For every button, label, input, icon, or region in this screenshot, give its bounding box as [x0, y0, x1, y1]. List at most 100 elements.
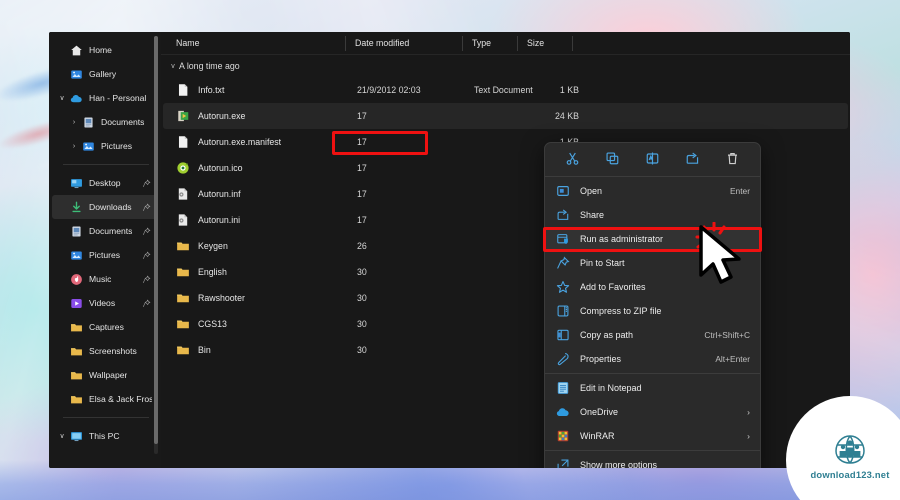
pin-icon[interactable] [142, 227, 151, 236]
context-menu-item-open[interactable]: Open Enter [545, 179, 760, 203]
context-menu-item-shortcut: Ctrl+Shift+C [704, 330, 750, 340]
globe-people-icon [835, 435, 865, 464]
context-menu-item-label: Pin to Start [580, 258, 625, 268]
context-menu-item-share[interactable]: Share [545, 203, 760, 227]
sidebar-item-pictures[interactable]: Pictures [52, 243, 158, 267]
sidebar-item-label: Pictures [101, 141, 133, 151]
sidebar-item-downloads[interactable]: Downloads [52, 195, 158, 219]
column-header-type[interactable]: Type [463, 32, 518, 55]
sidebar-item-label: This PC [89, 431, 120, 441]
context-menu-item-edit-in-notepad[interactable]: Edit in Notepad [545, 376, 760, 400]
sidebar-item-videos[interactable]: Videos [52, 291, 158, 315]
sidebar-item-label: Home [89, 45, 112, 55]
star-icon [556, 280, 570, 294]
folder-icon [176, 265, 190, 279]
context-menu-item-pin-to-start[interactable]: Pin to Start [545, 251, 760, 275]
file-date-cell: 30 [357, 319, 367, 329]
sidebar-item-gallery[interactable]: Gallery [52, 62, 158, 86]
sidebar-item-captures[interactable]: Captures [52, 315, 158, 339]
rename-icon[interactable] [639, 147, 665, 171]
chevron-right-icon[interactable]: › [70, 118, 78, 126]
chevron-right-icon[interactable]: › [747, 431, 750, 441]
share-icon[interactable] [679, 147, 705, 171]
context-menu-item-show-more-options[interactable]: Show more options [545, 453, 760, 468]
sidebar-item-pictures[interactable]: › Pictures [52, 134, 158, 158]
context-menu-item-add-to-favorites[interactable]: Add to Favorites [545, 275, 760, 299]
folder-icon [176, 317, 190, 331]
file-name-cell[interactable]: Autorun.exe.manifest [163, 135, 348, 149]
sidebar-item-label: Gallery [89, 69, 117, 79]
file-name-cell[interactable]: Rawshooter [163, 291, 348, 305]
folder-icon [70, 369, 83, 382]
table-row[interactable]: Info.txt 21/9/2012 02:03 Text Document 1 KB [163, 77, 848, 103]
navigation-sidebar[interactable]: Home Gallery ∨ Han - Personal › Documents › Pic… [49, 32, 161, 468]
file-name-label: English [198, 267, 227, 277]
context-menu-item-label: Show more options [580, 460, 658, 468]
context-menu-item-properties[interactable]: Properties Alt+Enter [545, 347, 760, 371]
chevron-right-icon[interactable]: › [70, 142, 78, 150]
file-name-label: Bin [198, 345, 211, 355]
sidebar-item-han-personal[interactable]: ∨ Han - Personal [52, 86, 158, 110]
chevron-right-icon[interactable]: › [747, 407, 750, 417]
file-name-label: Keygen [198, 241, 228, 251]
chevron-down-icon[interactable]: ∨ [58, 432, 66, 440]
sidebar-scrollbar[interactable] [154, 36, 158, 454]
file-name-cell[interactable]: Bin [163, 343, 348, 357]
context-menu-item-run-as-administrator[interactable]: Run as administrator [545, 227, 760, 251]
group-header-row[interactable]: v A long time ago [161, 55, 850, 77]
file-name-cell[interactable]: Autorun.inf [163, 187, 348, 201]
file-name-label: Rawshooter [198, 293, 245, 303]
onedrive-icon [70, 92, 83, 105]
sidebar-item-label: Han - Personal [89, 93, 147, 103]
context-menu-item-label: OneDrive [580, 407, 619, 417]
sidebar-item-desktop[interactable]: Desktop [52, 171, 158, 195]
folder-icon [70, 393, 83, 406]
file-name-cell[interactable]: CGS13 [163, 317, 348, 331]
wrench-icon [556, 352, 570, 366]
chevron-down-icon[interactable]: v [167, 63, 179, 70]
context-menu-item-winrar[interactable]: WinRAR › [545, 424, 760, 448]
file-date-cell: 17 [357, 189, 367, 199]
file-name-cell[interactable]: Autorun.ini [163, 213, 348, 227]
pin-icon[interactable] [142, 275, 151, 284]
notepad-icon [556, 381, 570, 395]
file-name-cell[interactable]: Autorun.exe [163, 109, 348, 123]
home-icon [70, 44, 83, 57]
group-header-label: A long time ago [179, 61, 240, 71]
sidebar-item-label: Desktop [89, 178, 121, 188]
pin-icon[interactable] [142, 299, 151, 308]
context-menu[interactable]: Open Enter Share Run as administrator Pin to… [544, 142, 761, 468]
column-header-date-modified[interactable]: Date modified [346, 32, 463, 55]
column-header-size[interactable]: Size [518, 32, 573, 55]
sidebar-divider [63, 417, 149, 418]
context-menu-item-compress-to-zip-file[interactable]: Compress to ZIP file [545, 299, 760, 323]
sidebar-item-elsa-jack-frost[interactable]: Elsa & Jack Frost [52, 387, 158, 411]
table-row[interactable]: Autorun.exe 17 24 KB [163, 103, 848, 129]
file-name-cell[interactable]: Info.txt [163, 83, 348, 97]
sidebar-item-music[interactable]: Music [52, 267, 158, 291]
sidebar-item-screenshots[interactable]: Screenshots [52, 339, 158, 363]
context-menu-toolbar[interactable] [545, 143, 760, 174]
delete-icon[interactable] [719, 147, 745, 171]
context-menu-divider [545, 450, 760, 451]
file-name-cell[interactable]: Autorun.ico [163, 161, 348, 175]
pin-icon[interactable] [142, 203, 151, 212]
context-menu-item-copy-as-path[interactable]: Copy as path Ctrl+Shift+C [545, 323, 760, 347]
sidebar-item-wallpaper[interactable]: Wallpaper [52, 363, 158, 387]
chevron-down-icon[interactable]: ∨ [58, 94, 66, 102]
sidebar-item-documents[interactable]: › Documents [52, 110, 158, 134]
sidebar-item-home[interactable]: Home [52, 38, 158, 62]
column-header-name[interactable]: Name [161, 32, 346, 55]
cut-icon[interactable] [560, 147, 586, 171]
file-name-cell[interactable]: Keygen [163, 239, 348, 253]
context-menu-divider [545, 373, 760, 374]
context-menu-items: Open Enter Share Run as administrator Pin to… [545, 179, 760, 468]
pin-icon[interactable] [142, 251, 151, 260]
sidebar-item-documents[interactable]: Documents [52, 219, 158, 243]
file-name-cell[interactable]: English [163, 265, 348, 279]
sidebar-item-this-pc[interactable]: ∨ This PC [52, 424, 158, 448]
copy-icon[interactable] [600, 147, 626, 171]
pin-icon[interactable] [142, 179, 151, 188]
pictures-icon [70, 249, 83, 262]
context-menu-item-onedrive[interactable]: OneDrive › [545, 400, 760, 424]
